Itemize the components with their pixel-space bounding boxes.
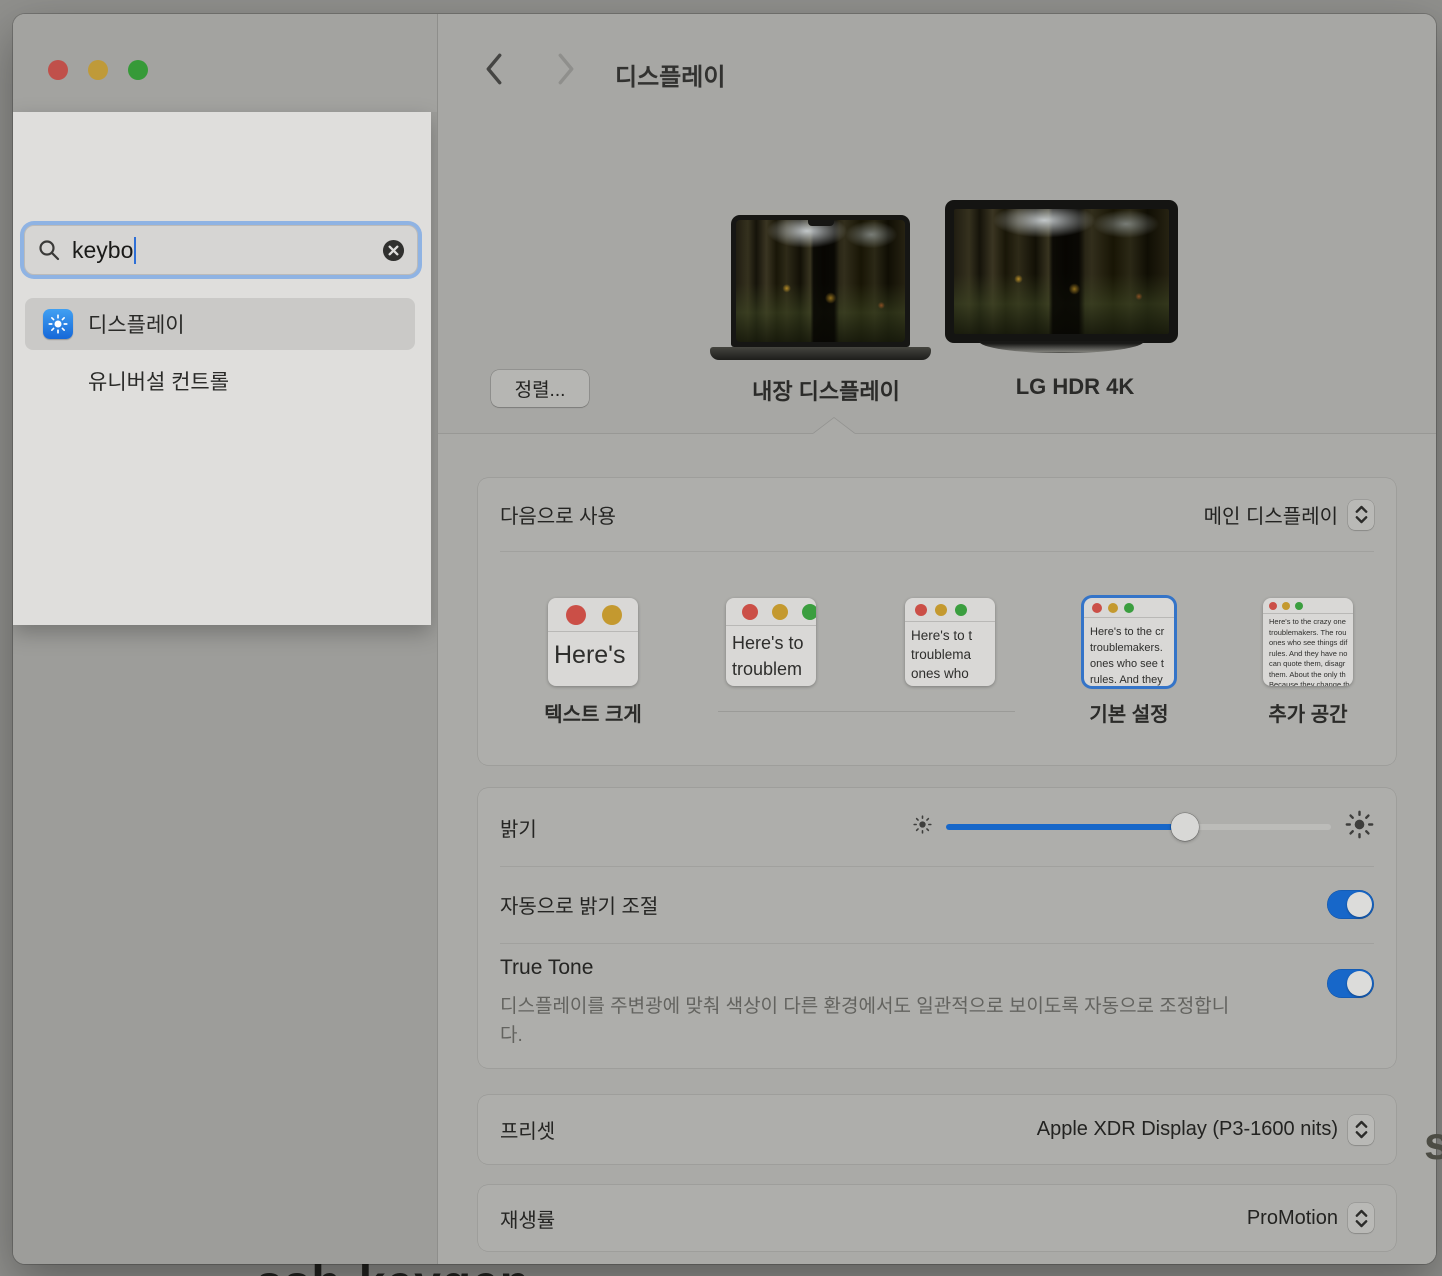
monitor-stand <box>979 341 1144 353</box>
brightness-card: 밝기 <box>478 788 1396 1068</box>
search-result-label: 디스플레이 <box>88 309 185 339</box>
text-cursor <box>134 237 136 264</box>
close-button[interactable] <box>48 60 68 80</box>
brightness-max-icon <box>1345 810 1374 844</box>
search-result-displays[interactable]: 디스플레이 <box>25 298 415 350</box>
refresh-rate-value: ProMotion <box>1247 1207 1338 1230</box>
external-display-thumbnail[interactable] <box>945 200 1178 343</box>
chevron-up-down-icon <box>1354 1208 1369 1229</box>
external-display-label: LG HDR 4K <box>955 374 1195 400</box>
search-result-universal-control[interactable]: 유니버설 컨트롤 <box>25 355 415 407</box>
display-brightness-icon <box>43 309 73 339</box>
built-in-display-thumbnail[interactable] <box>731 215 910 347</box>
use-as-value: 메인 디스플레이 <box>1204 500 1338 529</box>
chevron-up-down-icon <box>1354 504 1369 525</box>
text-size-option-3[interactable]: Here's to ttroublemaones who <box>905 598 995 686</box>
true-tone-description: 디스플레이를 주변광에 맞춰 색상이 다른 환경에서도 일관적으로 보이도록 자… <box>500 992 1245 1050</box>
auto-brightness-toggle[interactable] <box>1327 890 1374 919</box>
search-icon <box>37 238 61 262</box>
refresh-rate-label: 재생률 <box>500 1204 555 1233</box>
preset-value: Apple XDR Display (P3-1600 nits) <box>1037 1118 1338 1141</box>
laptop-base <box>710 347 931 360</box>
text-size-option-default[interactable]: Here's to the crtroublemakers.ones who s… <box>1084 598 1174 686</box>
built-in-display-label: 내장 디스플레이 <box>706 374 946 406</box>
preset-label: 프리셋 <box>500 1115 555 1144</box>
screenshot-root: ssh-keygen s keybo <box>0 0 1442 1276</box>
background-text-fragment: s <box>1424 1116 1442 1170</box>
display-settings-pane: 디스플레이 내장 디스플레이 LG HDR 4K 정렬... 다음으로 사용 메… <box>438 14 1436 1264</box>
search-results-popover: keybo <box>13 112 431 625</box>
selected-display-caret <box>813 418 855 434</box>
larger-text-label: 텍스트 크게 <box>518 698 668 727</box>
search-result-label: 유니버설 컨트롤 <box>88 366 229 396</box>
preset-card: 프리셋 Apple XDR Display (P3-1600 nits) <box>478 1095 1396 1164</box>
preset-stepper[interactable] <box>1348 1115 1374 1145</box>
use-as-stepper[interactable] <box>1348 500 1374 530</box>
brightness-min-icon <box>913 815 932 839</box>
text-size-option-larger-text[interactable]: Here's <box>548 598 638 686</box>
minimize-button[interactable] <box>88 60 108 80</box>
default-label: 기본 설정 <box>1054 698 1204 727</box>
clear-search-icon[interactable] <box>382 239 405 262</box>
auto-brightness-label: 자동으로 밝기 조절 <box>500 890 658 919</box>
traffic-red-icon <box>566 605 586 625</box>
brightness-slider-fill <box>946 824 1185 830</box>
text-size-option-more-space[interactable]: Here's to the crazy onetroublemakers. Th… <box>1263 598 1353 686</box>
search-focus-ring: keybo <box>20 221 422 279</box>
back-button[interactable] <box>481 53 507 85</box>
zoom-button[interactable] <box>128 60 148 80</box>
sidebar: keybo <box>13 14 437 1264</box>
true-tone-label: True Tone <box>500 956 1245 980</box>
resolution-card: 다음으로 사용 메인 디스플레이 Here's Here's totrou <box>478 478 1396 765</box>
use-as-label: 다음으로 사용 <box>500 500 616 529</box>
search-input[interactable]: keybo <box>24 225 418 275</box>
refresh-rate-card: 재생률 ProMotion <box>478 1185 1396 1251</box>
brightness-slider-knob[interactable] <box>1171 813 1199 841</box>
refresh-rate-stepper[interactable] <box>1348 1203 1374 1233</box>
traffic-yellow-icon <box>602 605 622 625</box>
page-title: 디스플레이 <box>615 57 725 92</box>
more-space-label: 추가 공간 <box>1233 698 1383 727</box>
text-size-option-2[interactable]: Here's totroublem <box>726 598 816 686</box>
search-input-value: keybo <box>72 237 133 264</box>
arrange-button[interactable]: 정렬... <box>491 370 589 407</box>
text-size-range-line <box>718 711 1015 712</box>
laptop-notch <box>808 220 834 226</box>
forward-button[interactable] <box>553 53 579 85</box>
chevron-up-down-icon <box>1354 1119 1369 1140</box>
section-separator <box>438 433 1436 434</box>
system-settings-window: keybo <box>13 14 1436 1264</box>
titlebar[interactable] <box>13 14 437 112</box>
brightness-label: 밝기 <box>500 813 537 842</box>
chevron-right-icon <box>553 53 579 85</box>
true-tone-toggle[interactable] <box>1327 969 1374 998</box>
chevron-left-icon <box>481 53 507 85</box>
brightness-slider[interactable] <box>946 824 1331 830</box>
